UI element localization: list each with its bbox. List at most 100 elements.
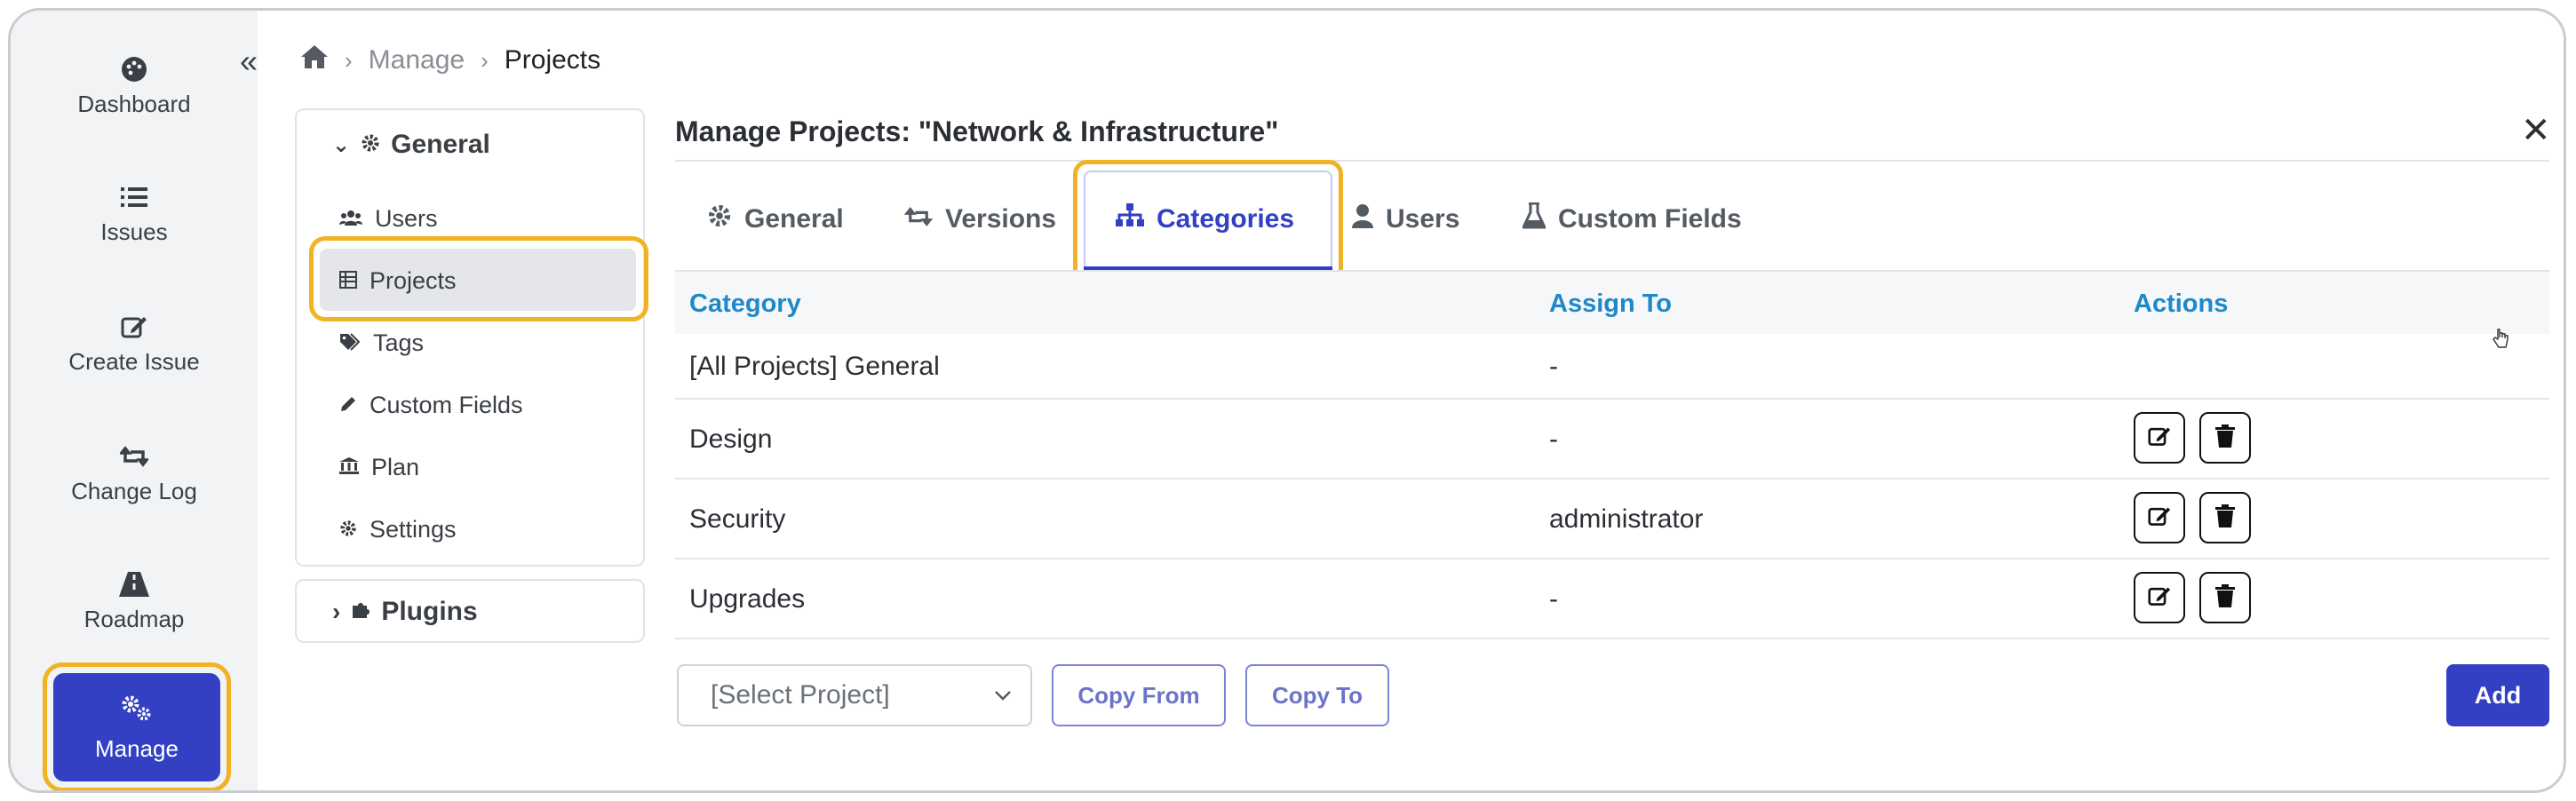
nav-item-label: Custom Fields	[370, 391, 523, 418]
column-header-assign-to[interactable]: Assign To	[1549, 289, 1672, 319]
sitemap-icon	[1116, 203, 1144, 235]
users-icon	[339, 205, 362, 233]
tab-versions[interactable]: Versions	[903, 171, 1057, 268]
tags-icon	[339, 329, 361, 357]
table-header: Category Assign To Actions	[675, 272, 2549, 334]
edit-button[interactable]	[2134, 412, 2185, 464]
select-value: [Select Project]	[711, 680, 890, 710]
rail-item-manage[interactable]: Manage	[53, 673, 220, 781]
chevron-down-icon	[993, 684, 1013, 714]
app-window: Dashboard Issues Create Issue Change Log…	[8, 8, 2566, 793]
breadcrumb-current: Projects	[504, 45, 601, 75]
column-header-category[interactable]: Category	[689, 289, 801, 319]
nav-item-custom-fields[interactable]: Custom Fields	[295, 378, 645, 432]
copy-to-button[interactable]: Copy To	[1245, 664, 1389, 726]
home-icon[interactable]	[300, 44, 329, 76]
edit-button[interactable]	[2134, 492, 2185, 543]
trash-icon	[2215, 583, 2235, 612]
assign-to-cell: -	[1549, 352, 1558, 381]
hand-cursor-icon	[2493, 329, 2508, 353]
rail-item-create-issue[interactable]: Create Issue	[11, 309, 258, 424]
chevron-right-icon: ›	[332, 598, 341, 625]
double-chevron-left-icon[interactable]: «	[240, 43, 258, 80]
puzzle-icon	[351, 597, 370, 627]
divider	[675, 160, 2549, 162]
list-icon	[11, 179, 258, 215]
nav-group-label: Plugins	[381, 597, 478, 626]
gear-icon	[339, 516, 357, 543]
edit-icon	[2148, 584, 2171, 612]
nav-item-label: Plan	[371, 453, 420, 480]
gear-icon	[707, 203, 732, 235]
nav-item-projects[interactable]: Projects	[295, 254, 645, 307]
rail-label: Dashboard	[77, 91, 191, 117]
flask-icon	[1521, 202, 1547, 236]
breadcrumb: › Manage › Projects	[300, 44, 600, 76]
user-icon	[1352, 203, 1373, 235]
table-row: [All Projects] General -	[675, 334, 2549, 400]
palette-icon	[11, 52, 258, 87]
copy-from-button[interactable]: Copy From	[1052, 664, 1226, 726]
table-row: Design -	[675, 400, 2549, 480]
close-icon[interactable]: ✕	[2521, 110, 2551, 151]
settings-nav-items: Users Projects Tags Custom Fields Plan S…	[295, 108, 645, 567]
assign-to-cell: -	[1549, 584, 1558, 614]
tab-categories[interactable]: Categories	[1116, 171, 1294, 268]
nav-group-header: › Plugins	[332, 597, 478, 627]
delete-button[interactable]	[2199, 492, 2251, 543]
rail-item-dashboard[interactable]: Dashboard	[11, 52, 258, 167]
rail-label: Change Log	[71, 478, 197, 504]
nav-item-label: Settings	[370, 515, 457, 543]
project-select[interactable]: [Select Project]	[677, 664, 1032, 726]
breadcrumb-item[interactable]: Manage	[369, 45, 465, 75]
category-cell: Security	[689, 504, 786, 534]
trash-icon	[2215, 424, 2235, 452]
edit-button[interactable]	[2134, 572, 2185, 623]
tab-label: Users	[1386, 204, 1460, 234]
tab-users[interactable]: Users	[1352, 171, 1459, 268]
tab-bar: General Versions Categories Users Custom…	[675, 171, 2549, 268]
tab-label: General	[744, 204, 844, 234]
delete-button[interactable]	[2199, 572, 2251, 623]
category-cell: [All Projects] General	[689, 352, 940, 381]
tab-general[interactable]: General	[707, 171, 844, 268]
gears-icon	[53, 691, 220, 726]
nav-item-plan[interactable]: Plan	[295, 440, 645, 494]
category-cell: Upgrades	[689, 584, 806, 614]
table-row: Security administrator	[675, 480, 2549, 559]
rail-label: Manage	[95, 735, 179, 762]
assign-to-cell: -	[1549, 424, 1558, 454]
rail-item-issues[interactable]: Issues	[11, 179, 258, 295]
category-cell: Design	[689, 424, 773, 454]
nav-group-plugins[interactable]: › Plugins	[295, 579, 645, 643]
nav-item-label: Projects	[370, 266, 457, 294]
rail-label: Roadmap	[83, 606, 185, 632]
nav-item-settings[interactable]: Settings	[295, 503, 645, 556]
left-rail: Dashboard Issues Create Issue Change Log…	[11, 11, 258, 790]
chevron-right-icon: ›	[345, 46, 353, 74]
table-row: Upgrades -	[675, 559, 2549, 639]
rail-item-change-log[interactable]: Change Log	[11, 439, 258, 554]
rail-label: Issues	[100, 218, 168, 245]
edit-icon	[11, 309, 258, 345]
bank-icon	[339, 454, 359, 481]
retweet-icon	[903, 204, 934, 234]
pencil-icon	[339, 392, 357, 419]
nav-item-users[interactable]: Users	[295, 192, 645, 245]
table-icon	[339, 267, 357, 295]
page-title: Manage Projects: "Network & Infrastructu…	[675, 115, 1279, 147]
add-button[interactable]: Add	[2446, 664, 2549, 726]
column-header-actions: Actions	[2134, 289, 2229, 318]
road-icon	[11, 567, 258, 602]
rail-label: Create Issue	[68, 348, 200, 375]
trash-icon	[2215, 504, 2235, 532]
nav-item-tags[interactable]: Tags	[295, 316, 645, 369]
tab-label: Custom Fields	[1558, 204, 1742, 234]
chevron-right-icon: ›	[481, 46, 489, 74]
assign-to-cell: administrator	[1549, 504, 1704, 534]
retweet-icon	[11, 439, 258, 474]
nav-item-label: Users	[375, 204, 438, 232]
tab-label: Versions	[945, 204, 1057, 234]
tab-custom-fields[interactable]: Custom Fields	[1521, 171, 1742, 268]
delete-button[interactable]	[2199, 412, 2251, 464]
